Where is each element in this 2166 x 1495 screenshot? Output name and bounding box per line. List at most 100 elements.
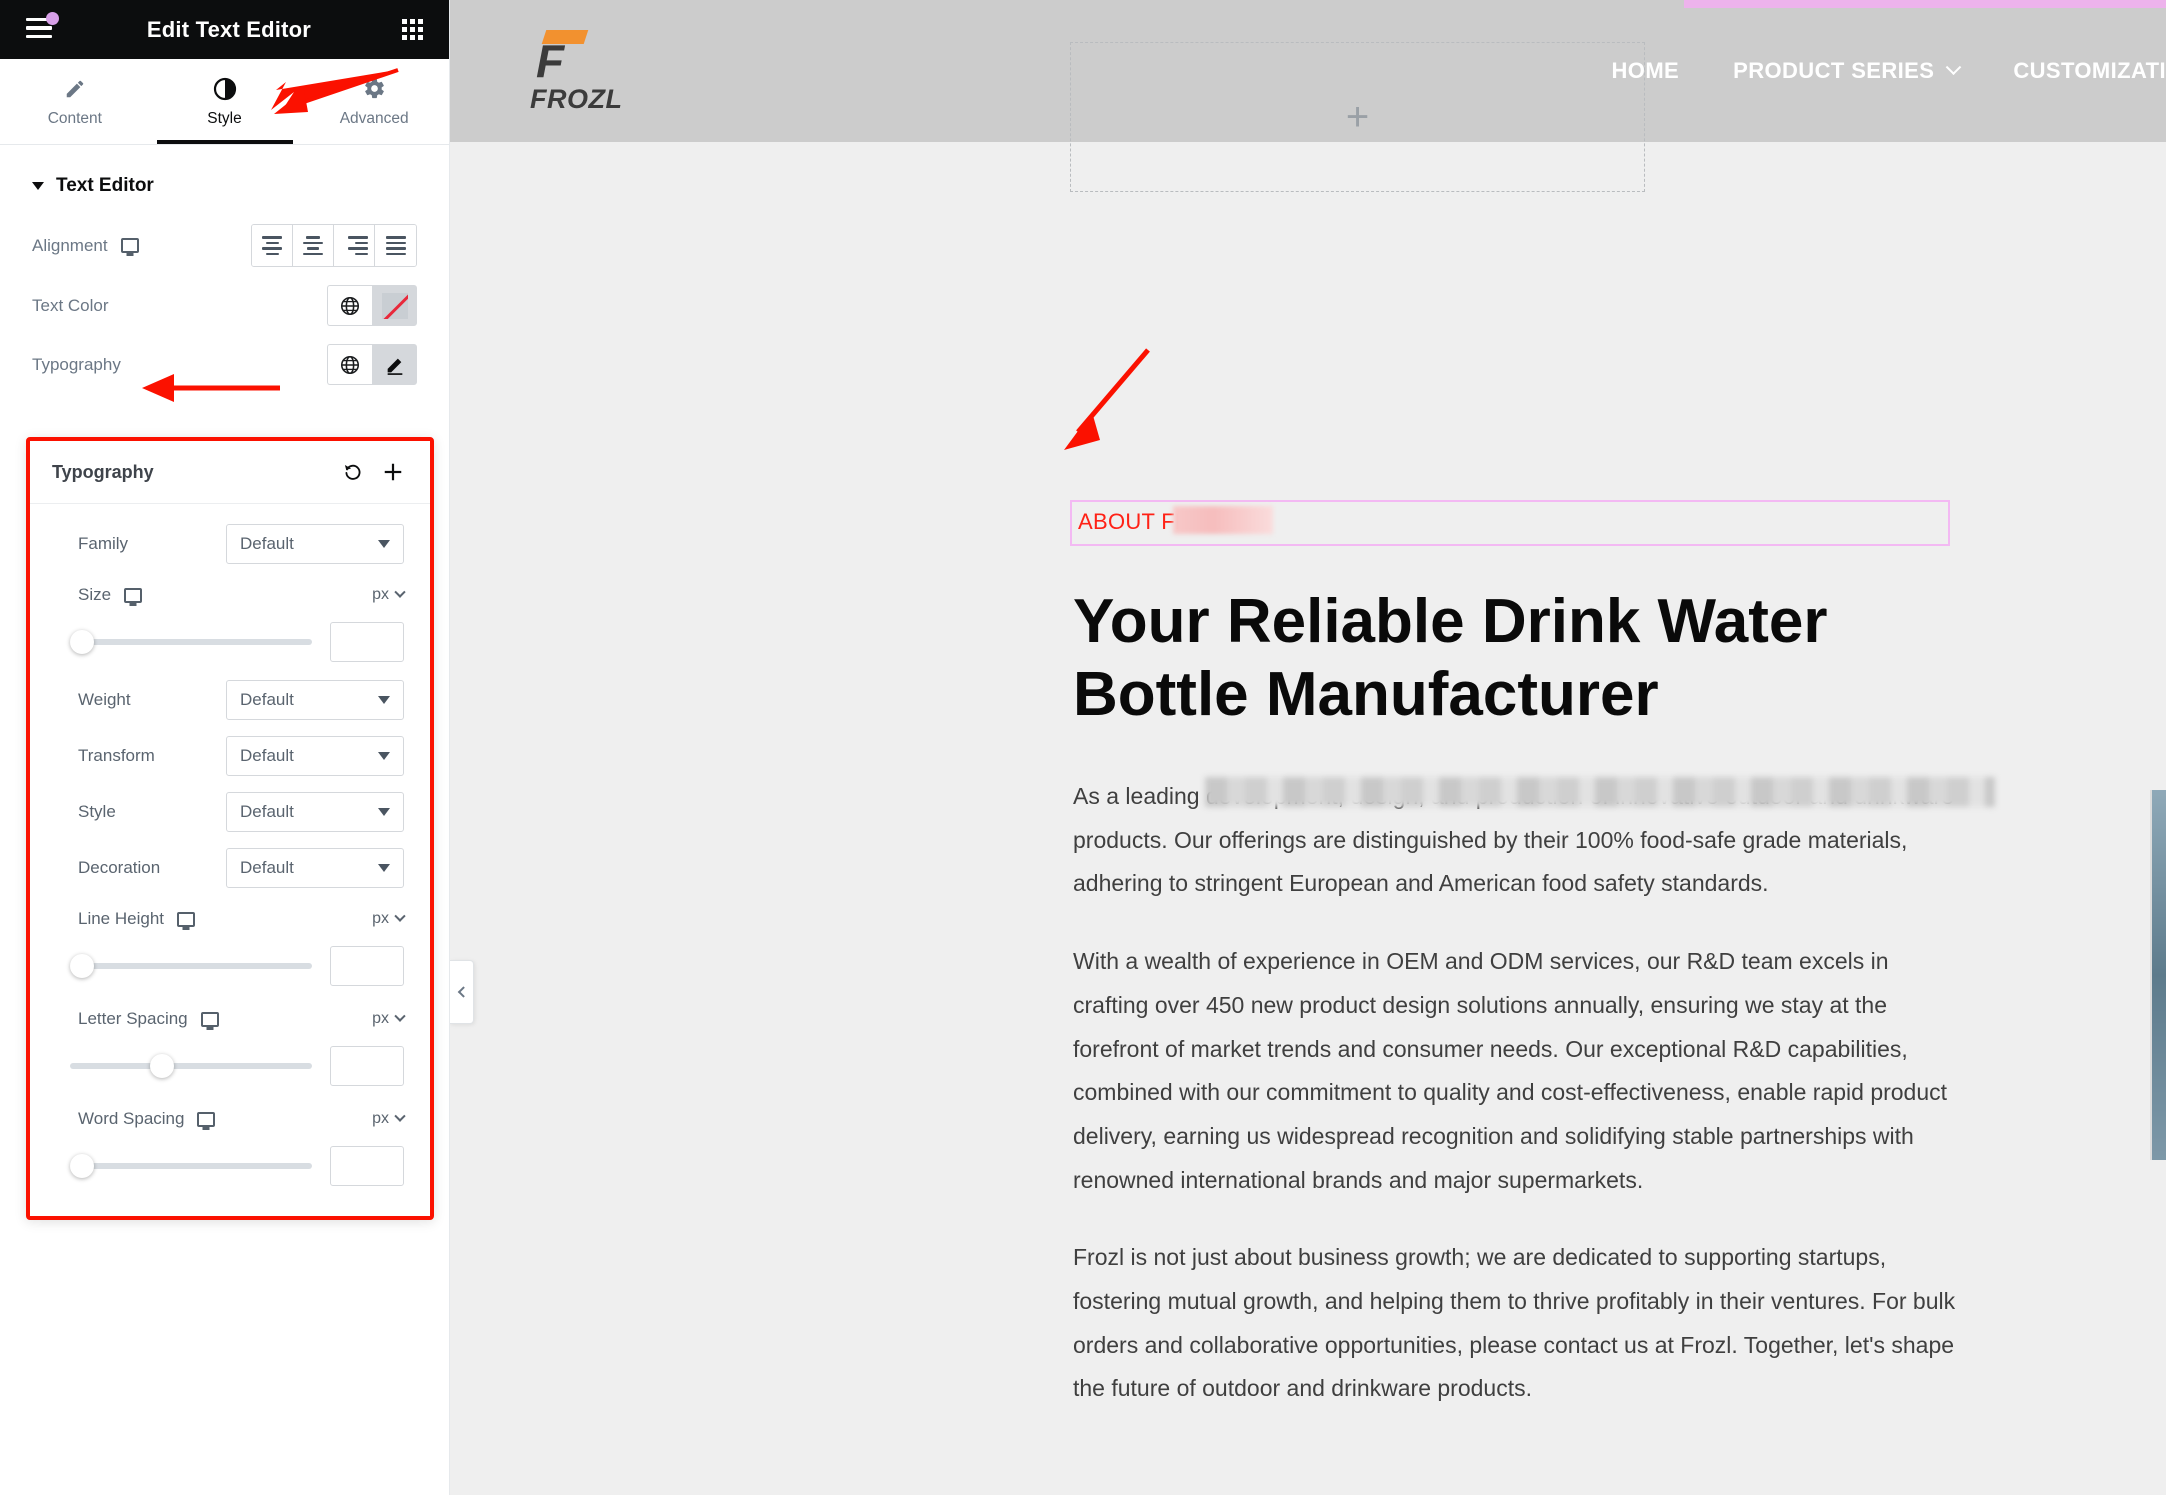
typo-line-height-unit-select[interactable]: px (372, 910, 404, 928)
text-color-swatch-button[interactable] (372, 285, 417, 326)
nav-item-home[interactable]: HOME (1612, 58, 1680, 84)
align-justify-button[interactable] (375, 225, 416, 266)
typo-letter-spacing-unit: px (372, 1010, 389, 1028)
desktop-icon[interactable] (197, 1112, 215, 1127)
frozl-logo-icon: F (530, 28, 586, 78)
typo-line-height-input[interactable] (330, 946, 404, 986)
typography-popover-body: Family Default Size px (30, 504, 430, 1216)
chevron-down-icon (394, 911, 405, 922)
typo-letter-spacing-label: Letter Spacing (78, 1009, 188, 1029)
typo-field-line-height: Line Height px (30, 896, 430, 942)
slider-thumb[interactable] (150, 1054, 174, 1078)
reset-icon[interactable] (336, 455, 370, 489)
about-eyebrow: ABOUT FROZL (1078, 509, 1942, 535)
chevron-down-icon (394, 587, 405, 598)
typo-letter-spacing-unit-select[interactable]: px (372, 1010, 404, 1028)
globe-icon[interactable] (327, 285, 372, 326)
nav-item-product-series[interactable]: PRODUCT SERIES (1733, 58, 1959, 84)
slider-thumb[interactable] (70, 1154, 94, 1178)
body-paragraph-3: Frozl is not just about business growth;… (1073, 1236, 1963, 1411)
section-text-editor[interactable]: Text Editor (0, 145, 449, 215)
typo-field-family: Family Default (30, 516, 430, 572)
typography-popover: Typography Family Default (26, 437, 434, 1220)
typo-size-unit-select[interactable]: px (372, 586, 404, 604)
typo-weight-select[interactable]: Default (226, 680, 404, 720)
tab-advanced[interactable]: Advanced (299, 59, 449, 144)
typography-edit-button[interactable] (372, 344, 417, 385)
elementor-panel: Edit Text Editor Content Style (0, 0, 450, 1495)
slider-track (70, 963, 312, 969)
typo-word-spacing-slider[interactable] (70, 1154, 312, 1178)
typography-label: Typography (32, 355, 121, 375)
typo-style-value: Default (240, 802, 294, 822)
typo-style-label: Style (78, 802, 116, 822)
slider-thumb[interactable] (70, 954, 94, 978)
typography-popover-actions (336, 455, 410, 489)
desktop-icon[interactable] (201, 1012, 219, 1027)
alignment-options (251, 224, 417, 267)
chevron-down-icon (32, 182, 44, 190)
typo-decoration-select[interactable]: Default (226, 848, 404, 888)
page-title: Your Reliable Drink Water Bottle Manufac… (1073, 586, 1953, 731)
about-eyebrow-widget[interactable]: ABOUT FROZL (1070, 500, 1950, 546)
align-center-button[interactable] (293, 225, 334, 266)
typo-transform-select[interactable]: Default (226, 736, 404, 776)
notification-dot-icon (46, 12, 59, 25)
typo-line-height-slider[interactable] (70, 954, 312, 978)
slider-track (70, 1163, 312, 1169)
typo-family-label: Family (78, 534, 128, 554)
globe-icon[interactable] (327, 344, 372, 385)
typography-popover-header: Typography (30, 441, 430, 504)
no-color-swatch-icon (382, 293, 408, 319)
tab-content[interactable]: Content (0, 59, 150, 144)
typo-word-spacing-input[interactable] (330, 1146, 404, 1186)
align-left-button[interactable] (252, 225, 293, 266)
typo-line-height-label: Line Height (78, 909, 164, 929)
typo-line-height-slider-row (30, 942, 430, 996)
desktop-icon[interactable] (121, 238, 139, 253)
apps-grid-icon[interactable] (402, 19, 423, 40)
desktop-icon[interactable] (177, 912, 195, 927)
typo-size-input[interactable] (330, 622, 404, 662)
control-alignment: Alignment (0, 215, 449, 276)
nav-item-customization[interactable]: CUSTOMIZATI (2013, 58, 2166, 84)
typo-decoration-label: Decoration (78, 858, 160, 878)
body-paragraph-2: With a wealth of experience in OEM and O… (1073, 940, 1963, 1202)
text-color-controls (327, 285, 417, 326)
hamburger-menu-icon[interactable] (26, 18, 56, 42)
nav-item-customization-label: CUSTOMIZATI (2013, 58, 2166, 84)
typo-line-height-unit: px (372, 910, 389, 928)
annotation-arrow-about-eyebrow (1030, 340, 1170, 470)
tab-style[interactable]: Style (150, 59, 300, 144)
contrast-icon (213, 76, 237, 102)
typo-size-slider[interactable] (70, 630, 312, 654)
slider-thumb[interactable] (70, 630, 94, 654)
plus-icon[interactable] (376, 455, 410, 489)
tab-advanced-label: Advanced (340, 110, 409, 128)
redaction-blur (1205, 777, 1995, 807)
elementor-editor-screen: Edit Text Editor Content Style (0, 0, 2166, 1495)
text-color-label-group: Text Color (32, 296, 109, 316)
typo-family-select[interactable]: Default (226, 524, 404, 564)
align-right-button[interactable] (334, 225, 375, 266)
typo-field-transform: Transform Default (30, 728, 430, 784)
body-paragraph-1: As a leading development, design, and pr… (1073, 775, 1963, 906)
site-preview: F FROZL + HOME PRODUCT SERIES CUSTOMIZAT… (450, 0, 2166, 1495)
typo-style-select[interactable]: Default (226, 792, 404, 832)
typography-controls (327, 344, 417, 385)
typo-letter-spacing-input[interactable] (330, 1046, 404, 1086)
selection-highlight-bar (1684, 0, 2166, 8)
site-nav: HOME PRODUCT SERIES CUSTOMIZATI (1612, 58, 2166, 84)
typo-word-spacing-label: Word Spacing (78, 1109, 184, 1129)
typo-weight-value: Default (240, 690, 294, 710)
site-logo[interactable]: F FROZL (530, 28, 622, 115)
typo-family-value: Default (240, 534, 294, 554)
desktop-icon[interactable] (124, 588, 142, 603)
typo-field-weight: Weight Default (30, 672, 430, 728)
typo-word-spacing-unit-select[interactable]: px (372, 1110, 404, 1128)
tab-style-label: Style (207, 110, 241, 128)
typo-letter-spacing-slider[interactable] (70, 1054, 312, 1078)
tab-content-label: Content (48, 110, 102, 128)
panel-collapse-button[interactable] (450, 960, 474, 1024)
widget-dropzone[interactable]: + (1070, 42, 1645, 192)
